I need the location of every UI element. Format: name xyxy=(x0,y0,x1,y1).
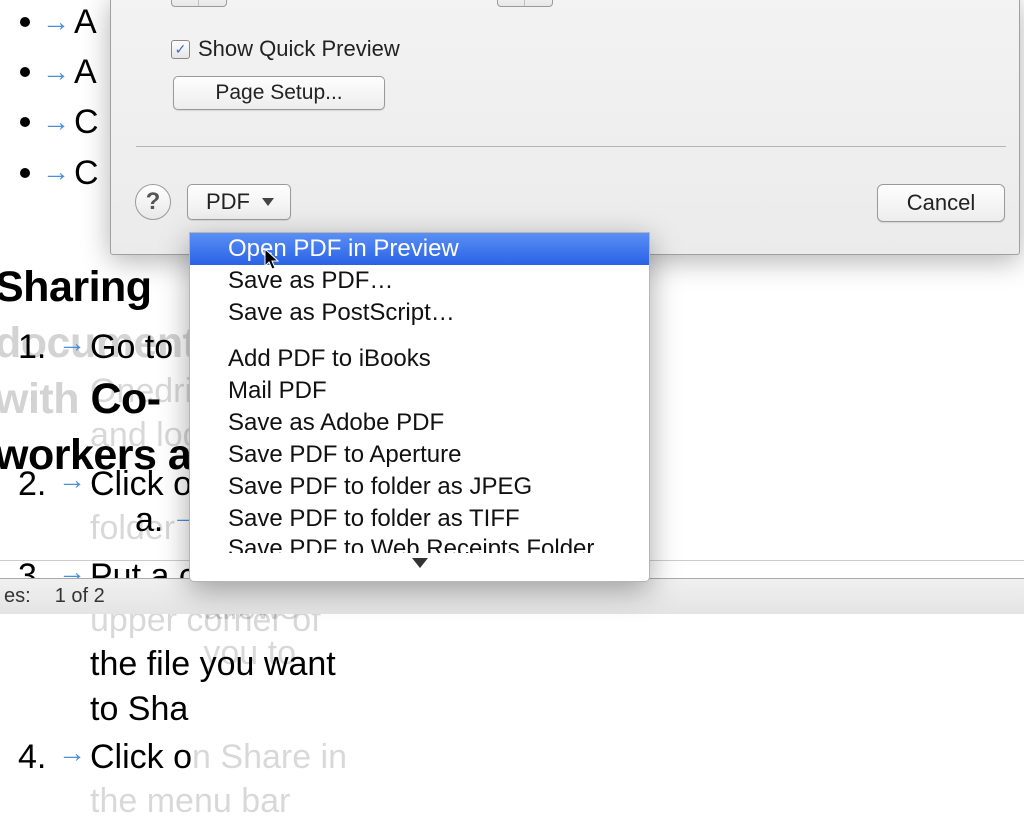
bullet-dot-icon xyxy=(20,168,30,178)
number-label: 1. xyxy=(18,325,58,458)
chevron-down-icon xyxy=(262,198,274,206)
menu-scroll-down[interactable] xyxy=(190,555,649,573)
page-setup-button[interactable]: Page Setup... xyxy=(173,76,385,110)
bullet-text: C xyxy=(74,151,99,195)
bullet-item: → C xyxy=(20,151,99,195)
bullet-dot-icon xyxy=(20,67,30,77)
print-dialog: ⏮ ◀ 1 of 2 ▶ ⏭ ✓ Show Quick Preview Page… xyxy=(110,0,1020,255)
show-preview-checkbox[interactable]: ✓ Show Quick Preview xyxy=(171,36,400,62)
numbered-item: 4. → Click on Share in the menu bar xyxy=(18,735,362,823)
pdf-menu: Open PDF in Preview Save as PDF… Save as… xyxy=(189,232,650,582)
bullet-list: → A → A → C → C xyxy=(20,0,99,201)
bullet-item: → A xyxy=(20,0,99,44)
bullet-dot-icon xyxy=(20,17,30,27)
bullet-text: A xyxy=(74,50,97,94)
cancel-button[interactable]: Cancel xyxy=(877,184,1005,222)
dialog-divider xyxy=(136,146,1006,147)
last-page-icon[interactable]: ⏭ xyxy=(525,0,552,6)
checkbox-checked-icon[interactable]: ✓ xyxy=(171,40,190,59)
prev-page-icon[interactable]: ◀ xyxy=(199,0,226,6)
bullet-item: → C xyxy=(20,100,99,144)
pdf-label: PDF xyxy=(206,189,250,215)
bullet-text: A xyxy=(74,0,97,44)
menu-item-open-preview[interactable]: Open PDF in Preview xyxy=(190,233,649,265)
page-prev-buttons[interactable]: ⏮ ◀ xyxy=(171,0,227,7)
menu-separator xyxy=(190,329,649,343)
menu-item-folder-tiff[interactable]: Save PDF to folder as TIFF xyxy=(190,503,649,535)
tab-arrow-icon: → xyxy=(42,104,70,140)
first-page-icon[interactable]: ⏮ xyxy=(172,0,199,6)
bullet-item: → A xyxy=(20,50,99,94)
number-label: 2. xyxy=(18,462,58,550)
tab-arrow-icon: → xyxy=(58,462,86,550)
bullet-dot-icon xyxy=(20,117,30,127)
menu-item-web-receipts[interactable]: Save PDF to Web Receipts Folder xyxy=(190,535,649,553)
status-page-count: 1 of 2 xyxy=(31,585,105,608)
status-bar: es: 1 of 2 xyxy=(0,578,1024,614)
page-next-buttons[interactable]: ▶ ⏭ xyxy=(497,0,553,7)
menu-item-mail-pdf[interactable]: Mail PDF xyxy=(190,375,649,407)
menu-item-save-postscript[interactable]: Save as PostScript… xyxy=(190,297,649,329)
page-navigation: ⏮ ◀ 1 of 2 ▶ ⏭ xyxy=(171,0,553,7)
menu-item-folder-jpeg[interactable]: Save PDF to folder as JPEG xyxy=(190,471,649,503)
menu-item-aperture[interactable]: Save PDF to Aperture xyxy=(190,439,649,471)
chevron-down-icon xyxy=(412,558,428,568)
menu-item-add-ibooks[interactable]: Add PDF to iBooks xyxy=(190,343,649,375)
tab-arrow-icon: → xyxy=(58,325,86,458)
menu-item-adobe-pdf[interactable]: Save as Adobe PDF xyxy=(190,407,649,439)
heading-part: Sharing xyxy=(0,263,152,311)
checkbox-label: Show Quick Preview xyxy=(198,36,400,62)
status-label: es: xyxy=(0,585,31,608)
pdf-dropdown-button[interactable]: PDF xyxy=(187,184,291,220)
tab-arrow-icon: → xyxy=(42,54,70,90)
question-mark-icon: ? xyxy=(146,188,161,216)
help-button[interactable]: ? xyxy=(135,184,171,220)
number-label: 4. xyxy=(18,735,58,823)
item-text: Click on Share in the menu bar xyxy=(90,735,362,823)
tab-arrow-icon: → xyxy=(42,154,70,190)
menu-item-save-pdf[interactable]: Save as PDF… xyxy=(190,265,649,297)
page-indicator: 1 of 2 xyxy=(337,0,387,6)
bullet-text: C xyxy=(74,100,99,144)
tab-arrow-icon: → xyxy=(42,4,70,40)
tab-arrow-icon: → xyxy=(58,735,86,823)
next-page-icon[interactable]: ▶ xyxy=(498,0,525,6)
